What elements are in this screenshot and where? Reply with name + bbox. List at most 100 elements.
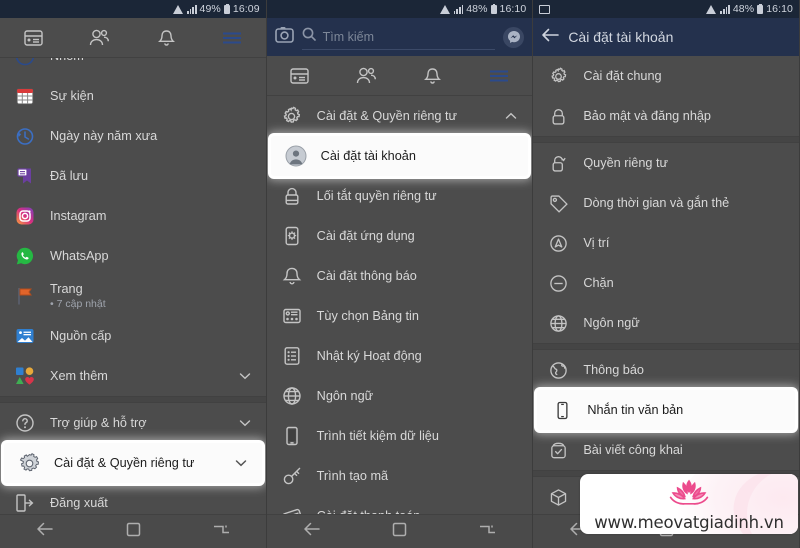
list-item-cai-dat-thong-bao[interactable]: Cài đặt thông báo — [267, 256, 533, 296]
camera-icon[interactable] — [274, 26, 294, 48]
signal-icon — [187, 4, 197, 14]
list-item-quyen-rieng-tu[interactable]: Quyền riêng tư — [533, 143, 799, 183]
list-item-whatsapp[interactable]: WhatsApp — [0, 236, 266, 276]
back-arrow-icon[interactable] — [36, 521, 54, 542]
list-item-ngay-nay-nam-xua[interactable]: Ngày này năm xưa — [0, 116, 266, 156]
list-item-cai-dat-quyen-rieng-tu[interactable]: Cài đặt & Quyền riêng tư — [267, 96, 533, 136]
list-item-label: Cài đặt thông báo — [316, 268, 417, 283]
list-item-label: Lối tắt quyền riêng tư — [316, 188, 437, 203]
tab-notifications[interactable] — [133, 18, 199, 57]
feed-icon — [14, 325, 36, 347]
panel-settings-expanded: 48% 16:10 Tìm kiếm Cài đặt & Quyền riêng… — [266, 0, 534, 548]
account-avatar-icon — [285, 145, 307, 167]
recent-apps-icon[interactable] — [213, 522, 230, 542]
list-item-loi-tat-quyen-rieng-tu[interactable]: Lối tắt quyền riêng tư — [267, 176, 533, 216]
list-item-instagram[interactable]: Instagram — [0, 196, 266, 236]
list-item-thong-bao[interactable]: Thông báo — [533, 350, 799, 390]
gear-icon — [281, 105, 303, 127]
back-arrow-icon[interactable] — [303, 521, 321, 542]
list-item-xem-them[interactable]: Xem thêm — [0, 356, 266, 396]
list-item-label: Cài đặt ứng dụng — [316, 228, 415, 243]
list-item-trinh-tiet-kiem-du-lieu[interactable]: Trình tiết kiệm dữ liệu — [267, 416, 533, 456]
tab-menu[interactable] — [199, 18, 265, 57]
list-item-vi-tri[interactable]: Vị trí — [533, 223, 799, 263]
list-item-label: Sự kiện — [50, 88, 94, 103]
wifi-icon — [706, 4, 717, 14]
account-settings-header: Cài đặt tài khoản — [533, 18, 799, 56]
list-item-cai-dat-quyen-rieng-tu[interactable]: Cài đặt & Quyền riêng tư — [4, 443, 262, 483]
tab-strip — [0, 18, 266, 58]
search-icon — [302, 27, 316, 46]
newsfeed-prefs-icon — [281, 305, 303, 327]
chevron-down-icon[interactable] — [238, 416, 252, 430]
tab-friends[interactable] — [66, 18, 132, 57]
list-item-label: Ngày này năm xưa — [50, 128, 158, 143]
list-item-dong-thoi-gian-gan-the[interactable]: Dòng thời gian và gắn thẻ — [533, 183, 799, 223]
battery-percent: 48% — [732, 3, 755, 15]
recent-apps-icon[interactable] — [479, 522, 496, 542]
list-item-label: Trợ giúp & hỗ trợ — [50, 415, 147, 430]
list-item-label: Trình tạo mã — [316, 468, 389, 483]
list-item-label: Cài đặt & Quyền riêng tư — [54, 455, 195, 470]
chevron-down-icon[interactable] — [234, 456, 248, 470]
list-item-partial[interactable]: Nhóm — [0, 58, 266, 76]
tab-friends[interactable] — [333, 56, 399, 95]
list-item-sublabel: • 7 cập nhật — [50, 297, 106, 310]
list-item-ngon-ngu[interactable]: Ngôn ngữ — [533, 303, 799, 343]
messenger-icon[interactable] — [503, 26, 525, 48]
tab-menu[interactable] — [466, 56, 532, 95]
padlock-check-icon — [547, 152, 569, 174]
list-item-nguon-cap[interactable]: Nguồn cấp — [0, 316, 266, 356]
list-item-label: Bài viết công khai — [583, 442, 683, 457]
earth-icon — [547, 359, 569, 381]
phone-gear-icon — [281, 225, 303, 247]
clock: 16:09 — [232, 3, 260, 15]
android-nav-bar — [266, 514, 533, 548]
list-item-nhan-tin-van-ban[interactable]: Nhắn tin văn bản — [537, 390, 795, 430]
battery-percent: 49% — [199, 3, 221, 15]
list-item-chan[interactable]: Chặn — [533, 263, 799, 303]
padlock-icon — [281, 185, 303, 207]
list-item-label: Instagram — [50, 208, 107, 223]
list-item-tuy-chon-bang-tin[interactable]: Tùy chọn Bảng tin — [267, 296, 533, 336]
list-item-tro-giup-ho-tro[interactable]: Trợ giúp & hỗ trợ — [0, 403, 266, 443]
whatsapp-icon — [14, 245, 36, 267]
activity-log-icon — [281, 345, 303, 367]
list-item-cai-dat-tai-khoan[interactable]: Cài đặt tài khoản — [270, 136, 529, 176]
list-item-trang[interactable]: Trang • 7 cập nhật — [0, 276, 266, 316]
image-icon — [539, 4, 551, 14]
list-item-bai-viet-cong-khai[interactable]: Bài viết công khai — [533, 430, 799, 470]
list-item-ngon-ngu[interactable]: Ngôn ngữ — [267, 376, 533, 416]
section-divider — [533, 343, 799, 350]
search-input[interactable]: Tìm kiếm — [301, 24, 496, 50]
menu-list: Nhóm Sự kiện Ngày này năm xưa Đã lư — [0, 58, 266, 523]
tab-newsfeed[interactable] — [0, 18, 66, 57]
list-item-bao-mat-dang-nhap[interactable]: Bảo mật và đăng nhập — [533, 96, 799, 136]
home-square-icon[interactable] — [392, 522, 407, 542]
tag-icon — [547, 192, 569, 214]
home-square-icon[interactable] — [126, 522, 141, 542]
list-item-cai-dat-ung-dung[interactable]: Cài đặt ứng dụng — [267, 216, 533, 256]
list-item-nhat-ky-hoat-dong[interactable]: Nhật ký Hoạt động — [267, 336, 533, 376]
chevron-down-icon[interactable] — [238, 369, 252, 383]
chevron-up-icon[interactable] — [504, 109, 518, 123]
list-item-da-luu[interactable]: Đã lưu — [0, 156, 266, 196]
list-item-label: Dòng thời gian và gắn thẻ — [583, 195, 730, 210]
three-panel-screenshot: 49% 16:09 Sự kiện Ngày này năm xưa Đã lư… — [0, 0, 800, 548]
list-item-trinh-tao-ma[interactable]: Trình tạo mã — [267, 456, 533, 496]
clock: 16:10 — [766, 3, 793, 15]
tab-newsfeed[interactable] — [267, 56, 333, 95]
list-item-su-kien[interactable]: Sự kiện — [0, 76, 266, 116]
list-item-label: Quyền riêng tư — [583, 155, 668, 170]
tab-notifications[interactable] — [400, 56, 466, 95]
gear-icon — [547, 65, 569, 87]
instagram-icon — [14, 205, 36, 227]
battery-percent: 48% — [466, 3, 488, 15]
list-item-cai-dat-chung[interactable]: Cài đặt chung — [533, 56, 799, 96]
back-arrow-icon[interactable] — [541, 27, 560, 48]
battery-icon — [490, 3, 497, 14]
panel-account-settings: 48% 16:10 Cài đặt tài khoản Cài đặt chun… — [533, 0, 800, 548]
section-divider — [533, 136, 799, 143]
list-item-label: Cài đặt tài khoản — [320, 148, 416, 163]
android-nav-bar — [0, 514, 266, 548]
